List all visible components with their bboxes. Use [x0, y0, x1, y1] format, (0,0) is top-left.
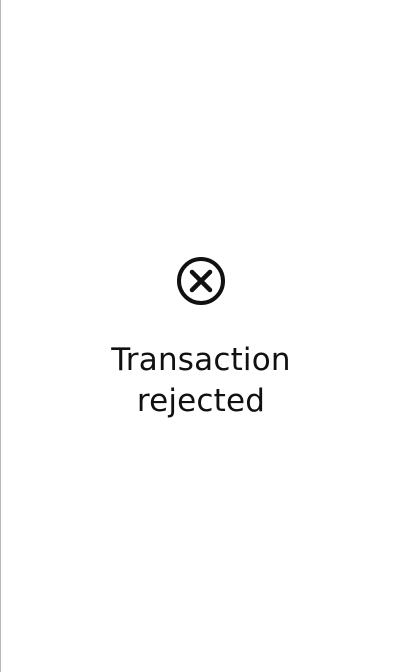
close-circle-icon	[176, 256, 226, 306]
status-message-line-2: rejected	[136, 383, 266, 419]
status-message-line-1: Transaction	[111, 342, 291, 378]
transaction-status-screen: Transaction rejected	[0, 0, 400, 672]
status-message: Transaction rejected	[41, 340, 361, 422]
